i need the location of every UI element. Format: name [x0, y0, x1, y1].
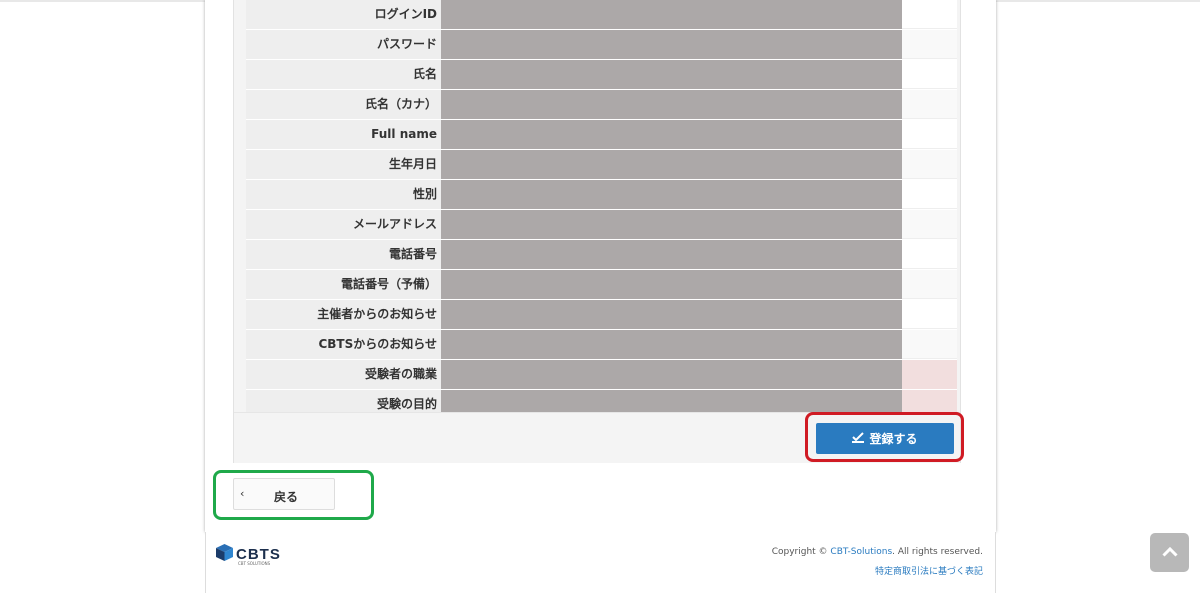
- table-row-password: パスワード: [246, 30, 957, 60]
- company-link[interactable]: CBT-Solutions: [830, 547, 892, 557]
- row-side-cell: [902, 270, 957, 299]
- back-button[interactable]: ‹ 戻る: [233, 478, 335, 510]
- masked-value: [441, 0, 902, 29]
- register-button[interactable]: 登録する: [816, 423, 954, 454]
- commerce-law-link[interactable]: 特定商取引法に基づく表記: [875, 564, 983, 577]
- masked-value: [441, 150, 902, 179]
- row-label: 生年月日: [246, 150, 441, 179]
- row-label: 主催者からのお知らせ: [246, 300, 441, 329]
- row-label: 電話番号（予備）: [246, 270, 441, 299]
- chevron-up-icon: [1161, 545, 1178, 560]
- row-label: 受験者の職業: [246, 360, 441, 389]
- table-row-phone: 電話番号: [246, 240, 957, 270]
- table-row-name-kana: 氏名（カナ）: [246, 90, 957, 120]
- profile-table: ログインID パスワード 氏名 氏名（カナ） Full name 生年月日 性別…: [246, 0, 957, 420]
- masked-value: [441, 300, 902, 329]
- table-row-login-id: ログインID: [246, 0, 957, 30]
- table-row-organizer-news: 主催者からのお知らせ: [246, 300, 957, 330]
- masked-value: [441, 240, 902, 269]
- row-label: 性別: [246, 180, 441, 209]
- row-side-cell: [902, 0, 957, 29]
- row-label: 電話番号: [246, 240, 441, 269]
- table-row-name: 氏名: [246, 60, 957, 90]
- masked-value: [441, 30, 902, 59]
- row-side-cell: [902, 180, 957, 209]
- back-button-label: 戻る: [274, 490, 299, 504]
- row-side-cell: [902, 150, 957, 179]
- check-edit-icon: [852, 431, 865, 446]
- row-side-cell: [902, 60, 957, 89]
- masked-value: [441, 270, 902, 299]
- table-row-gender: 性別: [246, 180, 957, 210]
- copyright-prefix: Copyright ©: [771, 547, 831, 557]
- masked-value: [441, 60, 902, 89]
- copyright-suffix: . All rights reserved.: [892, 547, 983, 557]
- table-row-occupation: 受験者の職業: [246, 360, 957, 390]
- copyright-text: Copyright © CBT-Solutions. All rights re…: [772, 547, 983, 557]
- row-side-cell: [902, 300, 957, 329]
- masked-value: [441, 330, 902, 359]
- masked-value: [441, 210, 902, 239]
- cube-logo-icon: [216, 544, 233, 565]
- row-label: メールアドレス: [246, 210, 441, 239]
- masked-value: [441, 180, 902, 209]
- masked-value: [441, 120, 902, 149]
- table-row-phone-backup: 電話番号（予備）: [246, 270, 957, 300]
- row-side-cell: [902, 90, 957, 119]
- chevron-left-icon: ‹: [240, 487, 245, 500]
- row-side-cell: [902, 120, 957, 149]
- table-row-email: メールアドレス: [246, 210, 957, 240]
- row-label: Full name: [246, 120, 441, 149]
- site-footer: CBTS CBT SOLUTIONS Copyright © CBT-Solut…: [205, 532, 996, 593]
- scroll-top-button[interactable]: [1150, 533, 1189, 572]
- row-side-cell: [902, 30, 957, 59]
- row-label: パスワード: [246, 30, 441, 59]
- row-label: CBTSからのお知らせ: [246, 330, 441, 359]
- table-row-full-name: Full name: [246, 120, 957, 150]
- masked-value: [441, 360, 902, 389]
- main-panel: ログインID パスワード 氏名 氏名（カナ） Full name 生年月日 性別…: [205, 0, 996, 532]
- logo-subtext: CBT SOLUTIONS: [238, 561, 271, 566]
- row-label: 氏名: [246, 60, 441, 89]
- masked-value: [441, 90, 902, 119]
- table-row-birthdate: 生年月日: [246, 150, 957, 180]
- row-label: 氏名（カナ）: [246, 90, 441, 119]
- confirmation-card: ログインID パスワード 氏名 氏名（カナ） Full name 生年月日 性別…: [233, 0, 961, 463]
- register-button-label: 登録する: [869, 432, 918, 446]
- row-label: ログインID: [246, 0, 441, 29]
- cbts-logo[interactable]: CBTS CBT SOLUTIONS: [216, 544, 281, 566]
- table-row-cbts-news: CBTSからのお知らせ: [246, 330, 957, 360]
- row-side-cell: [902, 240, 957, 269]
- row-side-cell: [902, 210, 957, 239]
- row-side-cell: [902, 360, 957, 389]
- row-side-cell: [902, 330, 957, 359]
